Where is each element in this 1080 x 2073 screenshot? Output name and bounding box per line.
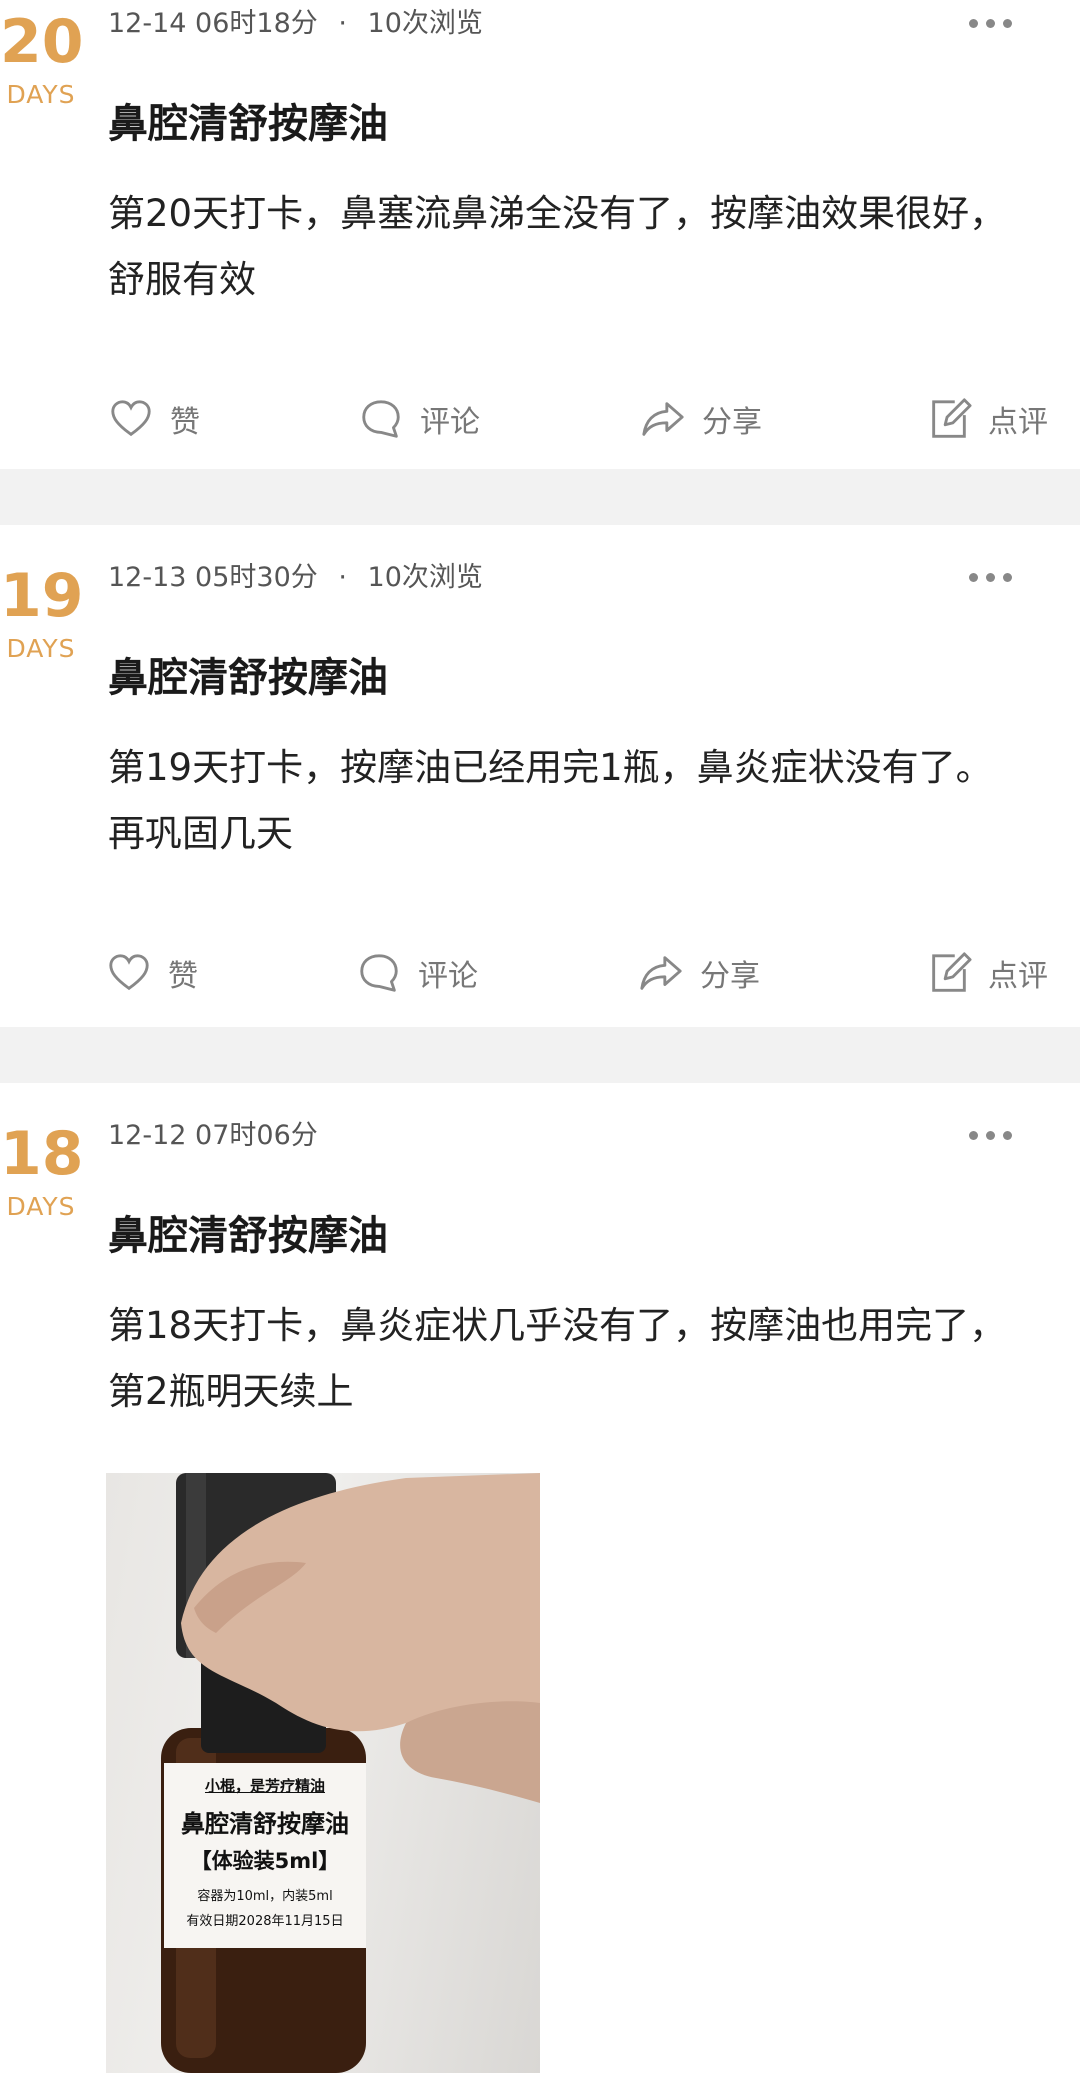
post-date: 12-14 06时18分 [108,8,318,39]
post-photo[interactable]: 小棍，是芳疗精油 鼻腔清舒按摩油 【体验装5ml】 容器为10ml，内装5ml … [106,1473,540,2073]
view-count: 10次浏览 [367,562,483,593]
day-label: DAYS [6,80,76,109]
comment-button[interactable]: 评论 [356,950,478,996]
review-label: 点评 [988,405,1048,440]
day-number: 19 [0,561,84,631]
post-date: 12-13 05时30分 [108,562,318,593]
review-label: 点评 [988,959,1048,994]
share-arrow-icon [640,956,682,990]
more-dots-icon[interactable] [969,1131,1012,1140]
review-button[interactable]: 点评 [926,950,1048,996]
share-button[interactable]: 分享 [640,396,762,442]
comment-label: 评论 [420,405,480,440]
post-date: 12-12 07时06分 [108,1120,318,1151]
post-content: 第18天打卡，鼻炎症状几乎没有了，按摩油也用完了，第2瓶明天续上 [108,1304,1007,1413]
more-dots-icon[interactable] [969,573,1012,582]
share-label: 分享 [702,405,762,440]
comment-bubble-icon [362,400,400,438]
label-line-1: 小棍，是芳疗精油 [204,1777,325,1795]
post-title: 鼻腔清舒按摩油 [108,1213,388,1259]
day-counter: 20 DAYS [0,7,84,109]
day-counter: 19 DAYS [0,561,84,663]
post-title: 鼻腔清舒按摩油 [108,101,388,147]
day-number: 20 [0,7,84,77]
post-content: 第20天打卡，鼻塞流鼻涕全没有了，按摩油效果很好，舒服有效 [108,192,1007,301]
label-line-5: 有效日期2028年11月15日 [186,1914,344,1929]
like-label: 赞 [170,405,200,440]
heart-icon [111,400,151,437]
like-button[interactable]: 赞 [108,396,200,442]
meta-separator: · [338,562,347,593]
day-counter: 18 DAYS [0,1119,84,1221]
post-day-19: 19 DAYS 12-13 05时30分 · 10次浏览 鼻腔清舒按摩油 第19… [0,525,1080,1027]
review-button[interactable]: 点评 [926,396,1048,442]
post-meta: 12-14 06时18分 · 10次浏览 [108,10,483,37]
more-dots-icon[interactable] [969,19,1012,28]
post-separator [0,469,1080,525]
post-day-18: 18 DAYS 12-12 07时06分 鼻腔清舒按摩油 第18天打卡，鼻炎症状… [0,1083,1080,2073]
edit-review-icon [932,398,972,438]
share-button[interactable]: 分享 [638,950,760,996]
action-bar: 赞 评论 分享 点评 [0,396,1080,456]
label-line-2: 鼻腔清舒按摩油 [181,1810,349,1838]
post-meta: 12-13 05时30分 · 10次浏览 [108,564,483,591]
bottle-label: 小棍，是芳疗精油 鼻腔清舒按摩油 【体验装5ml】 容器为10ml，内装5ml … [164,1763,366,1948]
post-separator [0,1027,1080,1083]
day-label: DAYS [6,634,76,663]
heart-icon [109,954,149,991]
share-arrow-icon [642,402,684,436]
comment-button[interactable]: 评论 [358,396,480,442]
edit-review-icon [932,952,972,992]
action-bar: 赞 评论 分享 点评 [0,950,1080,1010]
label-line-3: 【体验装5ml】 [190,1849,340,1873]
comment-label: 评论 [418,959,478,994]
post-content: 第19天打卡，按摩油已经用完1瓶，鼻炎症状没有了。再巩固几天 [108,746,993,855]
comment-bubble-icon [360,954,398,992]
label-line-4: 容器为10ml，内装5ml [197,1889,333,1904]
day-number: 18 [0,1119,84,1189]
share-label: 分享 [700,959,760,994]
like-button[interactable]: 赞 [106,950,198,996]
post-meta: 12-12 07时06分 [108,1122,318,1149]
post-title: 鼻腔清舒按摩油 [108,655,388,701]
like-label: 赞 [168,959,198,994]
post-day-20: 20 DAYS 12-14 06时18分 · 10次浏览 鼻腔清舒按摩油 第20… [0,0,1080,469]
view-count: 10次浏览 [367,8,483,39]
day-label: DAYS [6,1192,76,1221]
meta-separator: · [338,8,347,39]
